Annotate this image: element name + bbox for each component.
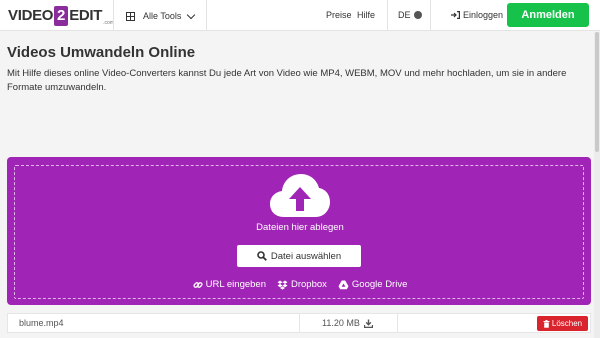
choose-file-label: Datei auswählen	[270, 250, 342, 262]
page-scrollbar-thumb[interactable]	[595, 32, 599, 152]
file-name: blume.mp4	[19, 318, 64, 328]
search-icon	[257, 251, 267, 261]
source-google-drive[interactable]: Google Drive	[338, 279, 407, 290]
login-label: Einloggen	[463, 10, 504, 20]
source-dropbox-label: Dropbox	[291, 279, 327, 290]
cloud-upload-icon	[270, 174, 330, 217]
source-url[interactable]: URL eingeben	[193, 279, 266, 290]
trash-icon	[543, 319, 550, 328]
header-divider	[430, 0, 431, 31]
file-row-divider	[397, 314, 398, 332]
delete-file-button[interactable]: Löschen	[537, 316, 588, 331]
site-logo[interactable]: VIDEO 2 EDIT .com	[8, 6, 114, 26]
all-tools-dropdown[interactable]: Alle Tools	[126, 8, 196, 24]
logo-text-video: VIDEO	[8, 7, 54, 24]
grid-icon	[126, 11, 135, 21]
file-size-value: 11.20 MB	[322, 318, 360, 328]
header-divider	[113, 0, 114, 31]
page-description: Mit Hilfe dieses online Video-Converters…	[7, 68, 567, 93]
logo-text-edit: EDIT	[69, 7, 103, 24]
source-url-label: URL eingeben	[205, 279, 266, 290]
source-google-drive-label: Google Drive	[351, 279, 408, 290]
login-link[interactable]: Einloggen	[451, 10, 503, 20]
download-icon[interactable]	[363, 319, 373, 328]
link-icon	[193, 281, 203, 288]
drop-files-text: Dateien hier ablegen	[256, 222, 344, 233]
signup-button[interactable]: Anmelden	[507, 3, 589, 27]
nav-link-help[interactable]: Hilfe	[357, 10, 375, 20]
file-size: 11.20 MB	[322, 318, 373, 328]
chevron-down-icon	[187, 10, 196, 19]
language-label: DE	[398, 10, 411, 20]
nav-link-prices[interactable]: Preise	[326, 10, 352, 20]
file-row: blume.mp4 11.20 MB Löschen	[7, 313, 591, 333]
logo-badge: 2	[54, 6, 69, 26]
top-header: VIDEO 2 EDIT .com Alle Tools Preise Hilf…	[0, 0, 600, 31]
page-title: Videos Umwandeln Online	[7, 44, 196, 61]
delete-file-label: Löschen	[551, 319, 583, 328]
header-divider	[206, 0, 207, 31]
upload-sources: URL eingeben Dropbox Google Drive	[0, 279, 600, 290]
language-selector[interactable]: DE	[398, 10, 422, 20]
choose-file-button[interactable]: Datei auswählen	[237, 245, 361, 267]
google-drive-icon	[338, 280, 349, 289]
dropbox-icon	[277, 280, 288, 290]
file-row-divider	[299, 314, 300, 332]
globe-icon	[413, 11, 422, 19]
header-divider	[387, 0, 388, 31]
all-tools-label: Alle Tools	[143, 11, 182, 21]
source-dropbox[interactable]: Dropbox	[277, 279, 327, 290]
sign-in-icon	[451, 11, 460, 19]
